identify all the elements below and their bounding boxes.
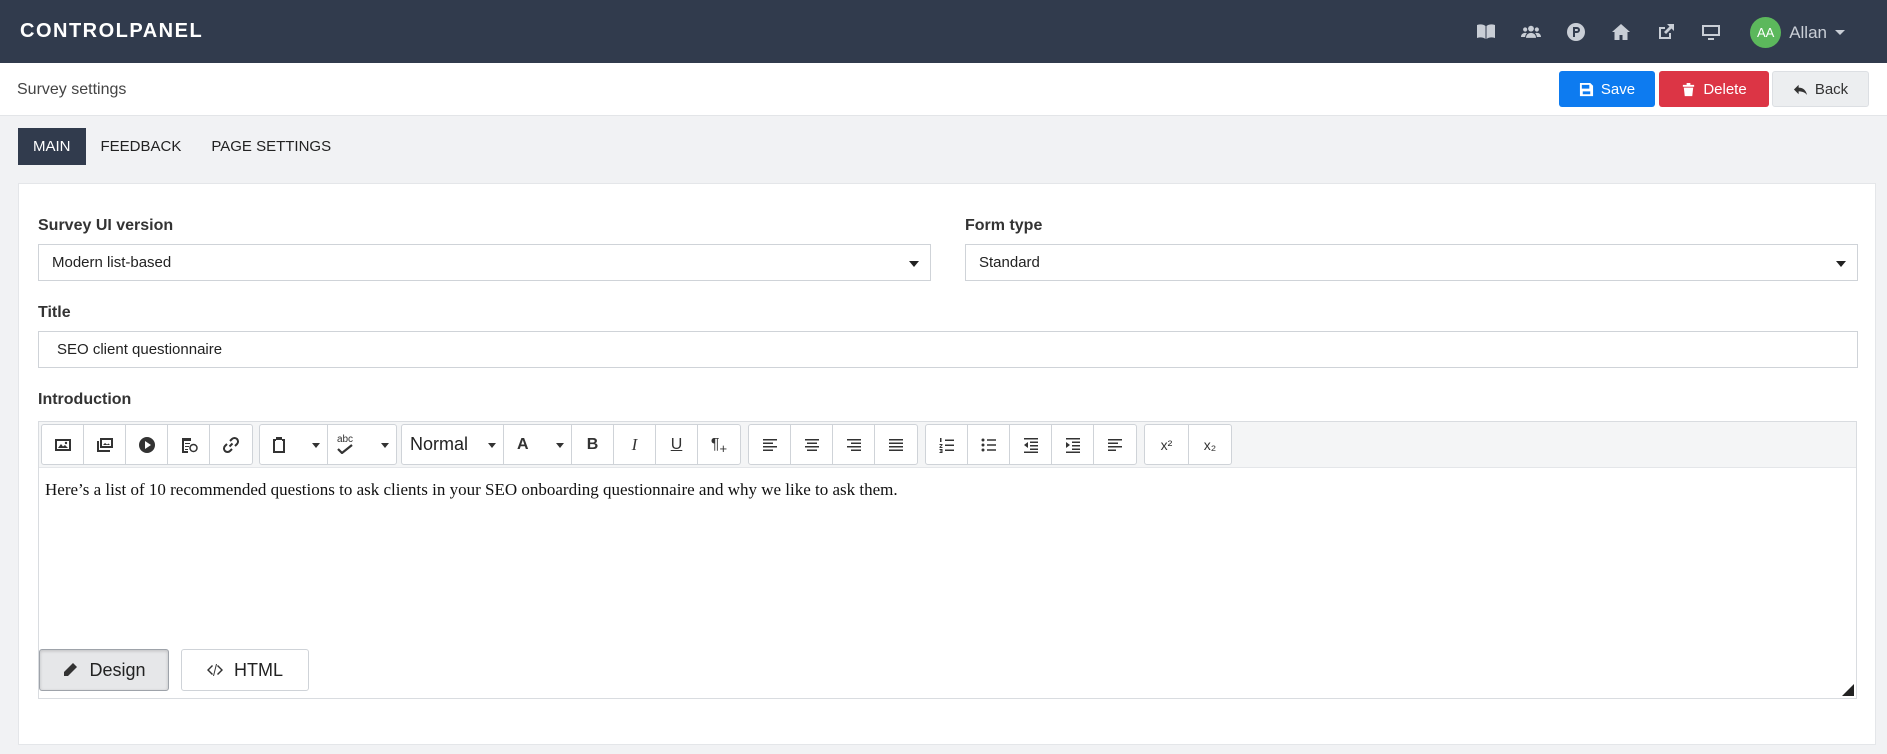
bold-button[interactable]: B <box>572 425 614 464</box>
chevron-down-icon <box>488 443 496 448</box>
design-mode-button[interactable]: Design <box>39 649 169 691</box>
insert-image-icon[interactable] <box>42 425 84 464</box>
brand-logo[interactable]: CONTROLPANEL <box>20 20 203 43</box>
title-input[interactable]: SEO client questionnaire <box>38 331 1858 368</box>
editor-content[interactable]: Here’s a list of 10 recommended question… <box>45 480 898 500</box>
top-navigation-bar: CONTROLPANEL AA Allan <box>0 0 1887 63</box>
parking-icon[interactable] <box>1553 20 1598 44</box>
external-link-icon[interactable] <box>1643 20 1688 44</box>
home-icon[interactable] <box>1598 20 1643 44</box>
chevron-down-icon <box>1836 261 1846 267</box>
paragraph-format-dropdown[interactable]: Normal <box>402 425 504 464</box>
italic-button[interactable]: I <box>614 425 656 464</box>
clipboard-icon <box>273 436 285 453</box>
form-type-value: Standard <box>979 254 1040 271</box>
page-header: Survey settings Save Delete Back <box>0 63 1887 116</box>
save-button[interactable]: Save <box>1559 71 1655 107</box>
tab-page-settings[interactable]: PAGE SETTINGS <box>196 128 346 165</box>
resize-handle-icon[interactable] <box>1842 684 1854 696</box>
subscript-button[interactable]: x₂ <box>1189 425 1231 464</box>
ordered-list-icon[interactable] <box>926 425 968 464</box>
superscript-button[interactable]: x² <box>1145 425 1189 464</box>
form-type-select[interactable]: Standard <box>965 244 1858 281</box>
block-format-icon[interactable] <box>1094 425 1136 464</box>
outdent-icon[interactable] <box>1010 425 1052 464</box>
spell-check-dropdown[interactable]: abc <box>328 425 396 464</box>
trash-icon <box>1683 82 1695 96</box>
delete-label: Delete <box>1703 80 1747 98</box>
html-mode-label: HTML <box>234 659 283 680</box>
align-justify-icon[interactable] <box>875 425 917 464</box>
main-settings-panel: Survey UI version Modern list-based Form… <box>18 183 1876 745</box>
survey-ui-version-select[interactable]: Modern list-based <box>38 244 931 281</box>
html-mode-button[interactable]: HTML <box>181 649 309 691</box>
script-toolbar-group: x² x₂ <box>1144 424 1232 465</box>
back-label: Back <box>1814 80 1849 98</box>
paste-dropdown[interactable] <box>260 425 328 464</box>
page-title: Survey settings <box>17 81 127 98</box>
pencil-icon <box>64 663 78 676</box>
insert-media-icon[interactable] <box>126 425 168 464</box>
design-mode-label: Design <box>89 659 146 680</box>
save-label: Save <box>1600 80 1636 98</box>
clipboard-toolbar-group: abc <box>259 424 397 465</box>
spell-check-icon: abc <box>336 435 354 454</box>
delete-button[interactable]: Delete <box>1659 71 1769 107</box>
code-icon <box>207 664 223 676</box>
users-icon[interactable] <box>1508 20 1553 44</box>
reply-icon <box>1793 84 1807 95</box>
floppy-disk-icon <box>1579 82 1593 96</box>
paragraph-format-value: Normal <box>410 434 469 454</box>
introduction-label: Introduction <box>38 391 132 408</box>
underline-button[interactable]: U <box>656 425 698 464</box>
chevron-down-icon <box>381 443 389 448</box>
form-type-label: Form type <box>965 217 1043 234</box>
paragraph-marks-button[interactable]: ¶ + <box>698 425 740 464</box>
align-center-icon[interactable] <box>791 425 833 464</box>
settings-tabs: MAIN FEEDBACK PAGE SETTINGS <box>18 128 346 165</box>
monitor-icon[interactable] <box>1688 20 1733 44</box>
paragraph-icon: ¶ <box>710 435 720 453</box>
bullet-list-icon[interactable] <box>968 425 1010 464</box>
avatar: AA <box>1750 17 1782 48</box>
editor-toolbar: abc Normal A B I U ¶ + x² x₂ <box>39 422 1856 468</box>
user-name: Allan <box>1789 22 1827 42</box>
title-input-value: SEO client questionnaire <box>57 341 223 358</box>
font-color-dropdown[interactable]: A <box>504 425 572 464</box>
user-menu[interactable]: AA Allan <box>1750 17 1845 48</box>
book-icon[interactable] <box>1463 20 1508 44</box>
top-icon-bar <box>1463 20 1733 44</box>
tab-main[interactable]: MAIN <box>18 128 86 165</box>
editor-mode-switcher: Design HTML <box>39 649 309 691</box>
tab-feedback[interactable]: FEEDBACK <box>86 128 197 165</box>
survey-ui-version-value: Modern list-based <box>52 254 172 271</box>
indent-icon[interactable] <box>1052 425 1094 464</box>
align-left-icon[interactable] <box>749 425 791 464</box>
font-color-icon: A <box>517 435 529 453</box>
image-gallery-icon[interactable] <box>84 425 126 464</box>
chevron-down-icon <box>556 443 564 448</box>
survey-ui-version-label: Survey UI version <box>38 217 174 234</box>
list-toolbar-group <box>925 424 1137 465</box>
chevron-down-icon <box>312 443 320 448</box>
alignment-toolbar-group <box>748 424 918 465</box>
align-right-icon[interactable] <box>833 425 875 464</box>
title-label: Title <box>38 304 71 321</box>
insert-toolbar-group <box>41 424 253 465</box>
insert-document-icon[interactable] <box>168 425 210 464</box>
format-toolbar-group: Normal A B I U ¶ + <box>401 424 741 465</box>
rich-text-editor: abc Normal A B I U ¶ + x² x₂ Here’s a li… <box>38 421 1857 699</box>
chevron-down-icon <box>1835 30 1845 35</box>
back-button[interactable]: Back <box>1772 71 1869 107</box>
chevron-down-icon <box>909 261 919 267</box>
insert-link-icon[interactable] <box>210 425 252 464</box>
